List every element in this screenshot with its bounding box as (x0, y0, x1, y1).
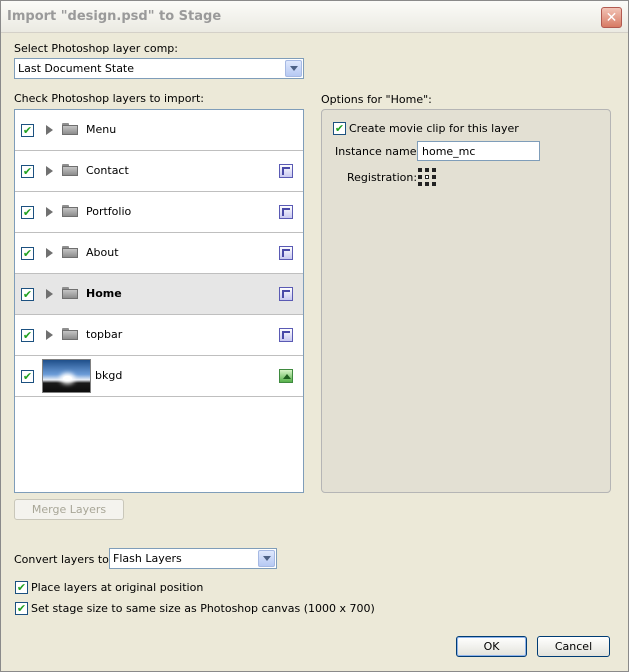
layer-checkbox-about[interactable]: ✔ (21, 247, 34, 260)
layer-row-home[interactable]: ✔ Home (15, 274, 303, 315)
layer-name-contact: Contact (86, 164, 129, 177)
dialog-title: Import "design.psd" to Stage (7, 9, 222, 24)
options-label: Options for "Home": (321, 93, 432, 106)
layers-list-label: Check Photoshop layers to import: (14, 92, 205, 105)
folder-icon (62, 205, 78, 217)
expand-arrow-icon[interactable] (46, 207, 53, 217)
checkmark-icon: ✔ (22, 165, 33, 178)
layer-name-bkgd: bkgd (95, 369, 123, 382)
stage-size-label[interactable]: Set stage size to same size as Photoshop… (31, 602, 375, 615)
create-movie-clip-checkbox[interactable]: ✔ (333, 122, 346, 135)
convert-layers-dropdown-button[interactable] (258, 550, 275, 567)
expand-arrow-icon[interactable] (46, 248, 53, 258)
movie-clip-icon (279, 328, 293, 342)
layer-name-topbar: topbar (86, 328, 123, 341)
merge-layers-button[interactable]: Merge Layers (14, 499, 124, 520)
layer-comp-value: Last Document State (18, 62, 135, 75)
movie-clip-icon (279, 246, 293, 260)
layer-comp-dropdown-button[interactable] (285, 60, 302, 77)
ok-button[interactable]: OK (456, 636, 527, 657)
instance-name-field[interactable] (417, 141, 540, 161)
create-movie-clip-label[interactable]: Create movie clip for this layer (349, 122, 519, 135)
registration-point[interactable] (418, 182, 422, 186)
layer-checkbox-contact[interactable]: ✔ (21, 165, 34, 178)
cancel-button[interactable]: Cancel (537, 636, 610, 657)
layer-checkbox-home[interactable]: ✔ (21, 288, 34, 301)
convert-layers-label: Convert layers to: (14, 553, 113, 566)
checkmark-icon: ✔ (22, 206, 33, 219)
registration-label: Registration: (347, 171, 418, 184)
close-icon: ✕ (605, 9, 618, 26)
registration-point[interactable] (418, 168, 422, 172)
checkmark-icon: ✔ (16, 581, 27, 594)
layer-checkbox-topbar[interactable]: ✔ (21, 329, 34, 342)
layers-list[interactable]: ✔ Menu ✔ Contact ✔ Portfolio ✔ About ✔ H… (14, 109, 304, 493)
layer-row-portfolio[interactable]: ✔ Portfolio (15, 192, 303, 233)
convert-layers-select[interactable]: Flash Layers (109, 548, 277, 569)
options-panel (321, 109, 611, 493)
expand-arrow-icon[interactable] (46, 289, 53, 299)
layer-thumbnail (42, 359, 91, 393)
registration-point[interactable] (432, 168, 436, 172)
folder-icon (62, 164, 78, 176)
movie-clip-icon (279, 205, 293, 219)
registration-point[interactable] (425, 182, 429, 186)
folder-icon (62, 328, 78, 340)
chevron-down-icon (262, 556, 271, 561)
layer-row-contact[interactable]: ✔ Contact (15, 151, 303, 192)
folder-icon (62, 287, 78, 299)
layer-comp-label: Select Photoshop layer comp: (14, 42, 178, 55)
folder-icon (62, 123, 78, 135)
expand-arrow-icon[interactable] (46, 330, 53, 340)
registration-point[interactable] (425, 175, 429, 179)
instance-name-input[interactable] (418, 142, 539, 160)
checkmark-icon: ✔ (16, 602, 27, 615)
layer-row-menu[interactable]: ✔ Menu (15, 110, 303, 151)
checkmark-icon: ✔ (22, 288, 33, 301)
layer-name-portfolio: Portfolio (86, 205, 132, 218)
movie-clip-icon (279, 287, 293, 301)
instance-name-label: Instance name: (335, 145, 421, 158)
layer-name-menu: Menu (86, 123, 117, 136)
close-button[interactable]: ✕ (601, 7, 622, 28)
layer-checkbox-portfolio[interactable]: ✔ (21, 206, 34, 219)
registration-point[interactable] (425, 168, 429, 172)
checkmark-icon: ✔ (22, 124, 33, 137)
registration-point[interactable] (432, 182, 436, 186)
convert-layers-value: Flash Layers (113, 552, 182, 565)
layer-row-topbar[interactable]: ✔ topbar (15, 315, 303, 356)
checkmark-icon: ✔ (22, 370, 33, 383)
checkmark-icon: ✔ (334, 122, 345, 135)
movie-clip-icon (279, 164, 293, 178)
expand-arrow-icon[interactable] (46, 125, 53, 135)
registration-point[interactable] (432, 175, 436, 179)
chevron-down-icon (289, 66, 298, 71)
layer-name-home: Home (86, 287, 122, 300)
checkmark-icon: ✔ (22, 247, 33, 260)
layer-checkbox-bkgd[interactable]: ✔ (21, 370, 34, 383)
expand-arrow-icon[interactable] (46, 166, 53, 176)
registration-grid[interactable] (418, 168, 436, 186)
layer-name-about: About (86, 246, 119, 259)
place-original-checkbox[interactable]: ✔ (15, 581, 28, 594)
layer-row-about[interactable]: ✔ About (15, 233, 303, 274)
place-original-label[interactable]: Place layers at original position (31, 581, 203, 594)
stage-size-checkbox[interactable]: ✔ (15, 602, 28, 615)
folder-icon (62, 246, 78, 258)
checkmark-icon: ✔ (22, 329, 33, 342)
layer-comp-select[interactable]: Last Document State (14, 58, 304, 79)
layer-row-bkgd[interactable]: ✔ bkgd (15, 356, 303, 397)
bitmap-icon (279, 369, 293, 383)
registration-point[interactable] (418, 175, 422, 179)
layer-checkbox-menu[interactable]: ✔ (21, 124, 34, 137)
title-bar[interactable]: Import "design.psd" to Stage ✕ (1, 1, 628, 33)
import-dialog: Import "design.psd" to Stage ✕ Select Ph… (0, 0, 629, 672)
